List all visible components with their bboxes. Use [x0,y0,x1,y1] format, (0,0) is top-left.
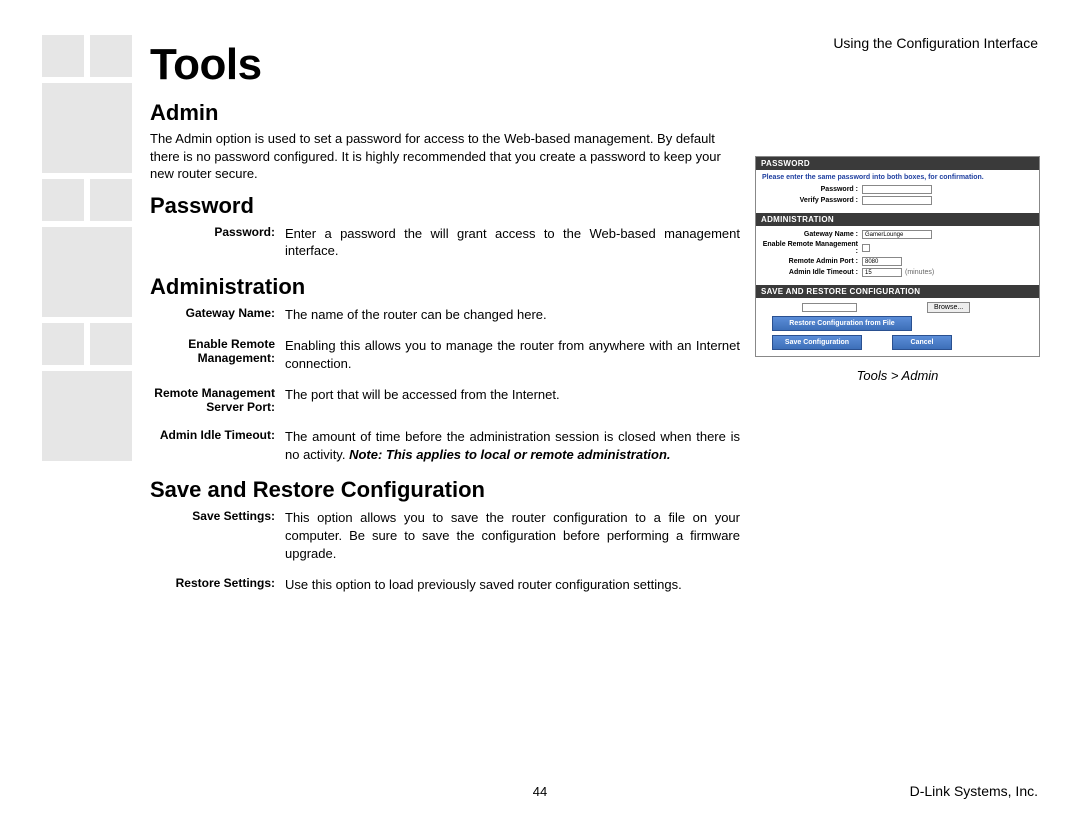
main-content: Tools Admin The Admin option is used to … [150,40,740,608]
decorative-sidebar [42,35,132,467]
heading-password: Password [150,193,740,219]
fig-units-minutes: (minutes) [905,269,934,276]
def-save-settings: Save Settings: This option allows you to… [150,509,740,562]
def-text: The port that will be accessed from the … [285,386,740,414]
fig-label-gwname: Gateway Name : [762,231,862,238]
fig-file-input [802,303,857,312]
def-text: This option allows you to save the route… [285,509,740,562]
fig-label-password: Password : [762,186,862,193]
heading-administration: Administration [150,274,740,300]
fig-cancel-button: Cancel [892,335,952,350]
header-section-title: Using the Configuration Interface [833,35,1038,51]
fig-input-gwname: GamerLounge [862,230,932,239]
def-enable-remote: Enable Remote Management: Enabling this … [150,337,740,372]
fig-input-password [862,185,932,194]
def-text: Use this option to load previously saved… [285,576,740,594]
def-label: Password: [150,225,285,260]
def-idle-timeout: Admin Idle Timeout: The amount of time b… [150,428,740,463]
footer-company: D-Link Systems, Inc. [910,783,1038,799]
screenshot-figure: PASSWORD Please enter the same password … [755,156,1040,357]
def-label: Restore Settings: [150,576,285,594]
figure-caption: Tools > Admin [755,368,1040,383]
heading-tools: Tools [150,40,740,90]
page-number: 44 [533,784,547,799]
def-restore-settings: Restore Settings: Use this option to loa… [150,576,740,594]
heading-save-restore: Save and Restore Configuration [150,477,740,503]
fig-input-remote-port: 8080 [862,257,902,266]
def-remote-port: Remote Management Server Port: The port … [150,386,740,414]
def-text: Enabling this allows you to manage the r… [285,337,740,372]
def-text: Enter a password the will grant access t… [285,225,740,260]
def-label: Save Settings: [150,509,285,562]
fig-input-idle: 15 [862,268,902,277]
fig-admin-header: ADMINISTRATION [756,213,1039,226]
admin-description: The Admin option is used to set a passwo… [150,130,740,183]
fig-browse-button: Browse... [927,302,970,313]
def-text: The amount of time before the administra… [285,428,740,463]
fig-checkbox-remote [862,244,870,252]
fig-password-note: Please enter the same password into both… [762,174,1033,181]
def-text: The name of the router can be changed he… [285,306,740,324]
def-label: Gateway Name: [150,306,285,324]
fig-save-header: SAVE AND RESTORE CONFIGURATION [756,285,1039,298]
heading-admin: Admin [150,100,740,126]
def-label: Enable Remote Management: [150,337,285,372]
def-gateway-name: Gateway Name: The name of the router can… [150,306,740,324]
fig-label-idle: Admin Idle Timeout : [762,269,862,276]
fig-label-remote-port: Remote Admin Port : [762,258,862,265]
def-label: Remote Management Server Port: [150,386,285,414]
fig-label-enable-remote: Enable Remote Management : [762,241,862,255]
fig-save-button: Save Configuration [772,335,862,350]
def-label: Admin Idle Timeout: [150,428,285,463]
def-password: Password: Enter a password the will gran… [150,225,740,260]
fig-input-verify [862,196,932,205]
fig-restore-button: Restore Configuration from File [772,316,912,331]
fig-label-verify: Verify Password : [762,197,862,204]
fig-password-header: PASSWORD [756,157,1039,170]
